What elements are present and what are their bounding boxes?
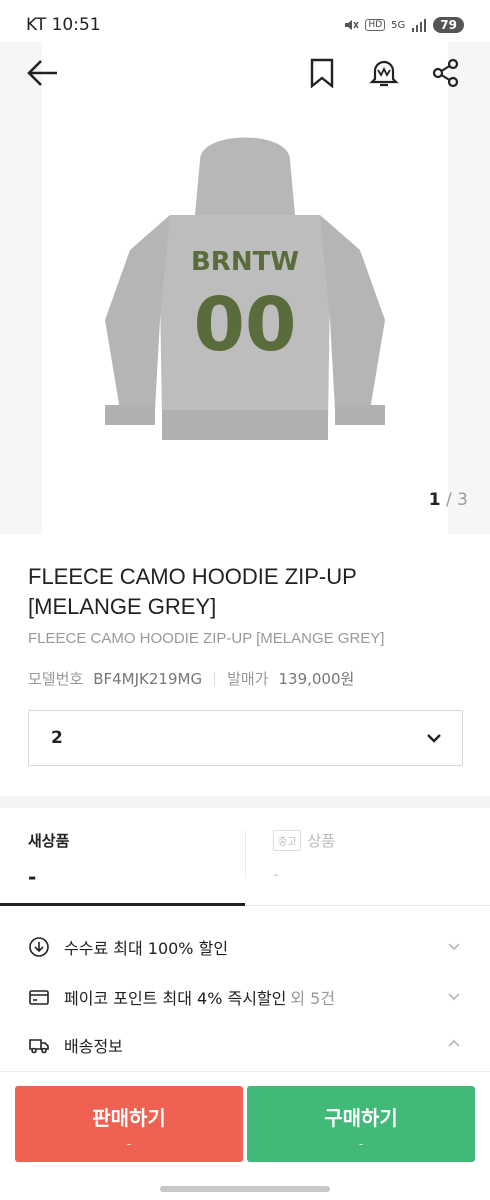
network-icon: 5G xyxy=(391,19,406,31)
model-value: BF4MJK219MG xyxy=(93,669,203,688)
share-icon[interactable] xyxy=(426,50,466,96)
chevron-down-icon xyxy=(444,936,464,956)
bottom-action-bar: 판매하기 - 구매하기 - xyxy=(0,1072,490,1200)
chevron-down-icon xyxy=(444,986,464,1006)
tab-new-product[interactable]: 새상품 - xyxy=(0,808,245,906)
section-divider xyxy=(0,796,490,808)
tab-used-label-group: 중고 상품 xyxy=(273,830,490,851)
size-select-value: 2 xyxy=(51,728,63,748)
product-subtitle: FLEECE CAMO HOODIE ZIP-UP [MELANGE GREY] xyxy=(28,630,385,647)
gallery-page-indicator: 1 / 3 xyxy=(429,490,468,510)
fee-discount-text: 수수료 최대 100% 할인 xyxy=(64,939,229,958)
total-pages: 3 xyxy=(457,490,468,510)
payco-point-suffix: 외 5건 xyxy=(290,989,336,1008)
model-label: 모델번호 xyxy=(28,670,84,688)
hoodie-number-text: 00 xyxy=(194,282,297,368)
price-alarm-icon[interactable] xyxy=(364,50,404,96)
mute-icon xyxy=(343,17,360,33)
current-page: 1 xyxy=(428,490,441,510)
fee-discount-row[interactable]: 수수료 최대 100% 할인 xyxy=(28,932,464,962)
page-separator: / xyxy=(446,490,452,510)
release-price-value: 139,000원 xyxy=(278,670,355,688)
meta-divider xyxy=(214,671,216,686)
card-icon xyxy=(28,986,50,1008)
truck-icon xyxy=(28,1034,50,1056)
download-circle-icon xyxy=(28,936,50,958)
signal-icon xyxy=(411,18,427,32)
used-badge: 중고 xyxy=(273,830,302,851)
home-indicator[interactable] xyxy=(160,1186,330,1192)
product-image[interactable]: BRNTW 00 xyxy=(100,120,390,460)
payco-point-row[interactable]: 페이코 포인트 최대 4% 즉시할인 외 5건 xyxy=(28,982,464,1012)
status-time: KT 10:51 xyxy=(26,15,101,35)
sell-button-price: - xyxy=(126,1137,132,1151)
release-price-label: 발매가 xyxy=(227,670,269,688)
size-select[interactable]: 2 xyxy=(28,710,463,766)
buy-button[interactable]: 구매하기 - xyxy=(247,1086,475,1162)
sell-button-label: 판매하기 xyxy=(92,1106,166,1130)
battery-badge: 79 xyxy=(433,17,464,33)
delivery-info-row[interactable]: 배송정보 xyxy=(28,1030,464,1060)
hoodie-print-text: BRNTW xyxy=(191,247,299,277)
payco-point-text: 페이코 포인트 최대 4% 즉시할인 xyxy=(64,989,287,1008)
condition-tabs: 새상품 - 중고 상품 - xyxy=(0,808,490,906)
buy-button-price: - xyxy=(358,1137,364,1151)
product-meta: 모델번호 BF4MJK219MG 발매가 139,000원 xyxy=(28,668,354,689)
tab-new-value: - xyxy=(28,865,37,889)
buy-button-label: 구매하기 xyxy=(324,1106,398,1130)
top-nav xyxy=(0,50,490,100)
hd-icon: HD xyxy=(365,19,386,31)
sell-button[interactable]: 판매하기 - xyxy=(15,1086,243,1162)
tab-new-label: 새상품 xyxy=(28,832,70,850)
chevron-down-icon xyxy=(426,728,442,748)
status-icons: HD 5G 79 xyxy=(343,17,464,33)
chevron-up-icon xyxy=(444,1034,464,1054)
product-title: FLEECE CAMO HOODIE ZIP-UP [MELANGE GREY] xyxy=(28,564,357,619)
back-arrow-icon[interactable] xyxy=(22,50,62,96)
delivery-info-text: 배송정보 xyxy=(64,1037,123,1056)
tab-used-product[interactable]: 중고 상품 - xyxy=(245,808,490,906)
tab-used-label: 상품 xyxy=(307,832,336,850)
tab-used-value: - xyxy=(273,865,279,884)
bookmark-icon[interactable] xyxy=(302,50,342,96)
